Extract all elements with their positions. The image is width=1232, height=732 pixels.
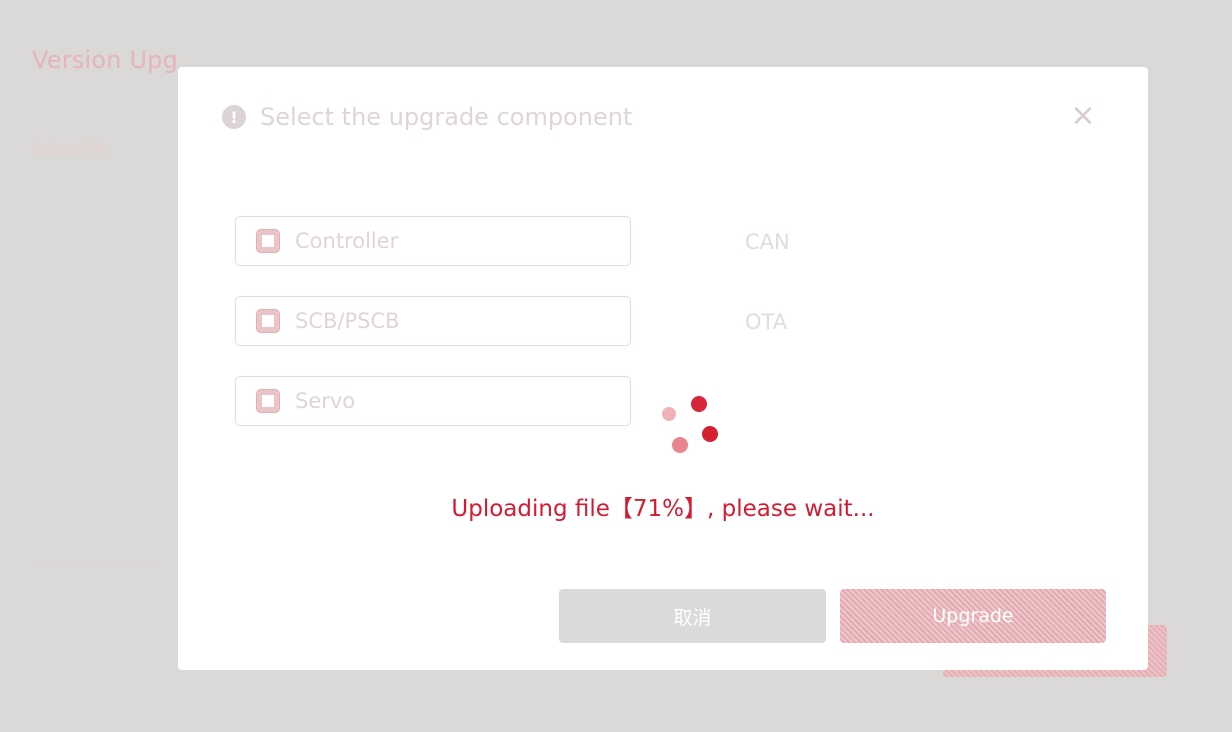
dialog-header: ! Select the upgrade component — [222, 103, 632, 131]
ota-label: OTA — [745, 310, 788, 334]
option-label: SCB/PSCB — [295, 309, 400, 333]
upload-status-text: Uploading file【71%】, please wait... — [451, 496, 875, 522]
dialog-title: Select the upgrade component — [260, 103, 633, 131]
background-select-file-label: Select File — [32, 140, 109, 158]
can-label: CAN — [745, 230, 790, 254]
upgrade-component-dialog: ! Select the upgrade component × Control… — [178, 67, 1148, 670]
cancel-button[interactable]: 取消 — [559, 589, 826, 643]
checkbox-icon[interactable] — [257, 390, 279, 412]
option-label: Controller — [295, 229, 399, 253]
upgrade-button[interactable]: Upgrade — [840, 589, 1106, 643]
option-label: Servo — [295, 389, 356, 413]
spinner-dot — [672, 437, 688, 453]
spinner-dot — [691, 396, 707, 412]
option-scb-pscb[interactable]: SCB/PSCB — [235, 296, 631, 346]
close-icon[interactable]: × — [1068, 101, 1098, 131]
spinner-dot — [702, 426, 718, 442]
checkbox-icon[interactable] — [257, 310, 279, 332]
background-page-title: Version Upg — [32, 46, 179, 74]
info-icon: ! — [222, 105, 246, 129]
background-divider — [32, 548, 162, 561]
option-servo[interactable]: Servo — [235, 376, 631, 426]
spinner-dot — [662, 407, 676, 421]
checkbox-icon[interactable] — [257, 230, 279, 252]
loading-spinner — [658, 395, 718, 455]
option-controller[interactable]: Controller — [235, 216, 631, 266]
